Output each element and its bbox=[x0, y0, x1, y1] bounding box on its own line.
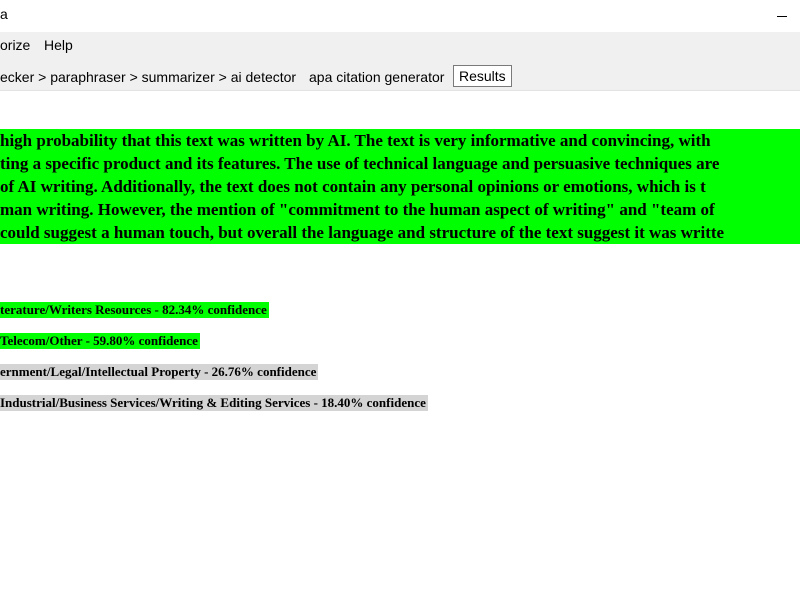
category-result: terature/Writers Resources - 82.34% conf… bbox=[0, 302, 269, 318]
category-result: ernment/Legal/Intellectual Property - 26… bbox=[0, 364, 319, 380]
analysis-line: ting a specific product and its features… bbox=[0, 154, 720, 173]
title-bar: a bbox=[0, 0, 800, 32]
results-panel: high probability that this text was writ… bbox=[0, 91, 800, 600]
category-result: Telecom/Other - 59.80% confidence bbox=[0, 333, 200, 349]
tool-nav-bar: ecker > paraphraser > summarizer > ai de… bbox=[0, 60, 800, 91]
minimize-icon bbox=[777, 15, 787, 17]
analysis-line: man writing. However, the mention of "co… bbox=[0, 200, 715, 219]
analysis-line: of AI writing. Additionally, the text do… bbox=[0, 177, 706, 196]
analysis-line: could suggest a human touch, but overall… bbox=[0, 223, 725, 242]
menu-item-categorize[interactable]: orize bbox=[0, 37, 30, 53]
category-result: Industrial/Business Services/Writing & E… bbox=[0, 395, 428, 411]
window-title: a bbox=[0, 6, 8, 22]
minimize-button[interactable] bbox=[764, 0, 800, 32]
menu-bar: orize Help bbox=[0, 32, 800, 60]
tool-nav-links[interactable]: ecker > paraphraser > summarizer > ai de… bbox=[0, 69, 296, 85]
analysis-line: high probability that this text was writ… bbox=[0, 131, 711, 150]
ai-analysis-text: high probability that this text was writ… bbox=[0, 129, 800, 244]
menu-item-help[interactable]: Help bbox=[44, 37, 73, 53]
nav-apa-citation-generator[interactable]: apa citation generator bbox=[309, 69, 444, 85]
tab-results[interactable]: Results bbox=[453, 65, 512, 87]
